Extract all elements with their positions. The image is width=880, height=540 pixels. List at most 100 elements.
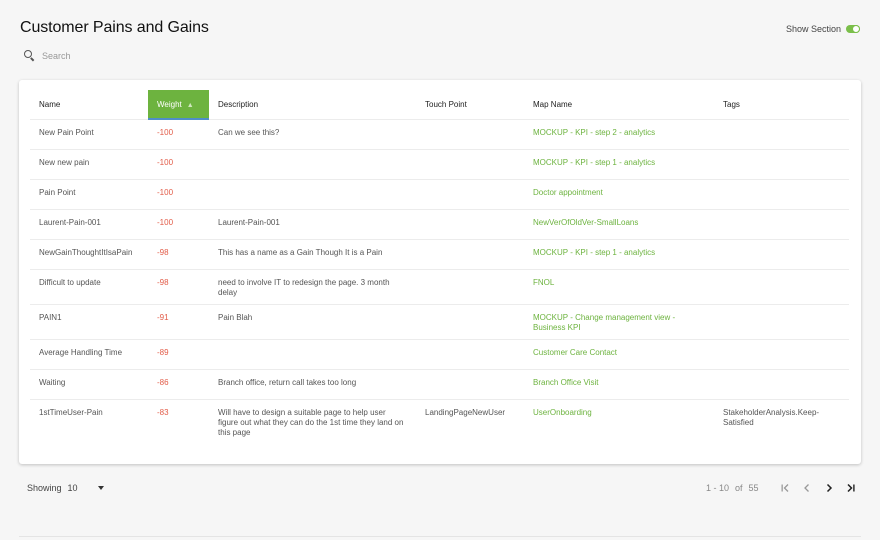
cell-name: 1stTimeUser-Pain: [30, 398, 148, 444]
cell-map-name-link[interactable]: MOCKUP - KPI - step 1 - analytics: [524, 238, 714, 269]
cell-map-name-link[interactable]: NewVerOfOldVer-SmallLoans: [524, 208, 714, 239]
cell-name: Pain Point: [30, 178, 148, 209]
cell-weight: -100: [148, 148, 209, 179]
cell-map-name-link[interactable]: Doctor appointment: [524, 178, 714, 209]
search-icon: [24, 50, 35, 62]
column-header-weight[interactable]: Weight ▲: [148, 90, 209, 120]
column-header-map-name[interactable]: Map Name: [524, 90, 714, 119]
column-header-tags[interactable]: Tags: [714, 90, 849, 119]
cell-touch-point: LandingPageNewUser: [416, 398, 524, 444]
cell-tags: [714, 338, 849, 369]
cell-weight: -83: [148, 398, 209, 444]
cell-map-name-link[interactable]: MOCKUP - KPI - step 2 - analytics: [524, 118, 714, 149]
cell-description: need to involve IT to redesign the page.…: [209, 268, 416, 304]
toggle-knob: [852, 25, 860, 33]
cell-map-name-link[interactable]: Branch Office Visit: [524, 368, 714, 399]
table-row[interactable]: Difficult to update -98 need to involve …: [30, 268, 849, 304]
table-header-row: Name Weight ▲ Description Touch Point Map…: [30, 90, 849, 120]
cell-weight: -98: [148, 238, 209, 269]
prev-page-button[interactable]: [800, 481, 814, 495]
cell-weight: -98: [148, 268, 209, 304]
cell-tags: [714, 238, 849, 269]
column-header-weight-label: Weight: [157, 99, 182, 109]
cell-weight: -100: [148, 208, 209, 239]
show-section-toggle[interactable]: [846, 25, 860, 33]
chevron-right-icon: [826, 483, 833, 493]
table-row[interactable]: PAIN1 -91 Pain Blah MOCKUP - Change mana…: [30, 303, 849, 339]
section-divider: [19, 536, 861, 537]
next-page-button[interactable]: [822, 481, 836, 495]
show-section-label: Show Section: [785, 24, 841, 34]
cell-name: PAIN1: [30, 303, 148, 339]
pagination-bar: Showing 10 1 - 10 of 55: [27, 481, 857, 495]
cell-description: Branch office, return call takes too lon…: [209, 368, 416, 399]
range-text: 1 - 10: [706, 483, 730, 493]
column-header-description[interactable]: Description: [209, 90, 416, 119]
search-input[interactable]: [42, 50, 242, 61]
cell-tags: [714, 368, 849, 399]
cell-touch-point: [416, 148, 524, 179]
cell-description: Can we see this?: [209, 118, 416, 149]
showing-label: Showing: [27, 483, 62, 493]
cell-touch-point: [416, 368, 524, 399]
cell-tags: [714, 118, 849, 149]
cell-description: [209, 338, 416, 369]
last-page-icon: [847, 483, 855, 493]
cell-tags: [714, 178, 849, 209]
table-row[interactable]: New new pain -100 MOCKUP - KPI - step 1 …: [30, 148, 849, 179]
cell-map-name-link[interactable]: UserOnboarding: [524, 398, 714, 444]
table-row[interactable]: New Pain Point -100 Can we see this? MOC…: [30, 118, 849, 149]
show-section-control: Show Section: [786, 24, 860, 34]
column-header-touch-point[interactable]: Touch Point: [416, 90, 524, 119]
table-row[interactable]: Laurent-Pain-001 -100 Laurent-Pain-001 N…: [30, 208, 849, 239]
cell-touch-point: [416, 208, 524, 239]
first-page-button[interactable]: [778, 481, 792, 495]
cell-weight: -91: [148, 303, 209, 339]
cell-map-name-link[interactable]: FNOL: [524, 268, 714, 304]
column-header-name[interactable]: Name: [30, 90, 148, 119]
cell-tags: [714, 303, 849, 339]
cell-weight: -100: [148, 178, 209, 209]
cell-touch-point: [416, 118, 524, 149]
caret-down-icon: [97, 486, 104, 490]
cell-touch-point: [416, 238, 524, 269]
total-count: 55: [748, 483, 759, 493]
cell-name: Difficult to update: [30, 268, 148, 304]
table-row[interactable]: 1stTimeUser-Pain -83 Will have to design…: [30, 398, 849, 444]
cell-touch-point: [416, 303, 524, 339]
of-label: of: [735, 483, 743, 493]
page-size-value: 10: [67, 483, 78, 493]
cell-map-name-link[interactable]: Customer Care Contact: [524, 338, 714, 369]
cell-description: Laurent-Pain-001: [209, 208, 416, 239]
cell-weight: -100: [148, 118, 209, 149]
cell-touch-point: [416, 178, 524, 209]
cell-tags: [714, 208, 849, 239]
table-row[interactable]: NewGainThoughtItIsaPain -98 This has a n…: [30, 238, 849, 269]
cell-description: Pain Blah: [209, 303, 416, 339]
search-bar: [24, 50, 242, 62]
cell-name: New new pain: [30, 148, 148, 179]
table-row[interactable]: Waiting -86 Branch office, return call t…: [30, 368, 849, 399]
page-title: Customer Pains and Gains: [20, 19, 209, 36]
cell-tags: [714, 268, 849, 304]
page-size-select[interactable]: 10: [68, 483, 104, 493]
cell-name: Average Handling Time: [30, 338, 148, 369]
cell-touch-point: [416, 338, 524, 369]
cell-map-name-link[interactable]: MOCKUP - KPI - step 1 - analytics: [524, 148, 714, 179]
cell-map-name-link[interactable]: MOCKUP - Change management view - Busine…: [524, 303, 714, 339]
cell-description: [209, 148, 416, 179]
table-row[interactable]: Pain Point -100 Doctor appointment: [30, 178, 849, 209]
last-page-button[interactable]: [844, 481, 858, 495]
cell-touch-point: [416, 268, 524, 304]
page-size-control: Showing 10: [27, 483, 104, 493]
cell-name: New Pain Point: [30, 118, 148, 149]
chevron-left-icon: [804, 484, 809, 492]
first-page-icon: [781, 484, 789, 492]
sort-arrow-up-icon: ▲: [186, 101, 194, 109]
pager-buttons: [778, 481, 858, 495]
table-row[interactable]: Average Handling Time -89 Customer Care …: [30, 338, 849, 369]
cell-name: Laurent-Pain-001: [30, 208, 148, 239]
pains-gains-table: Name Weight ▲ Description Touch Point Map…: [30, 90, 849, 444]
cell-description: Will have to design a suitable page to h…: [209, 398, 416, 444]
cell-tags: [714, 148, 849, 179]
